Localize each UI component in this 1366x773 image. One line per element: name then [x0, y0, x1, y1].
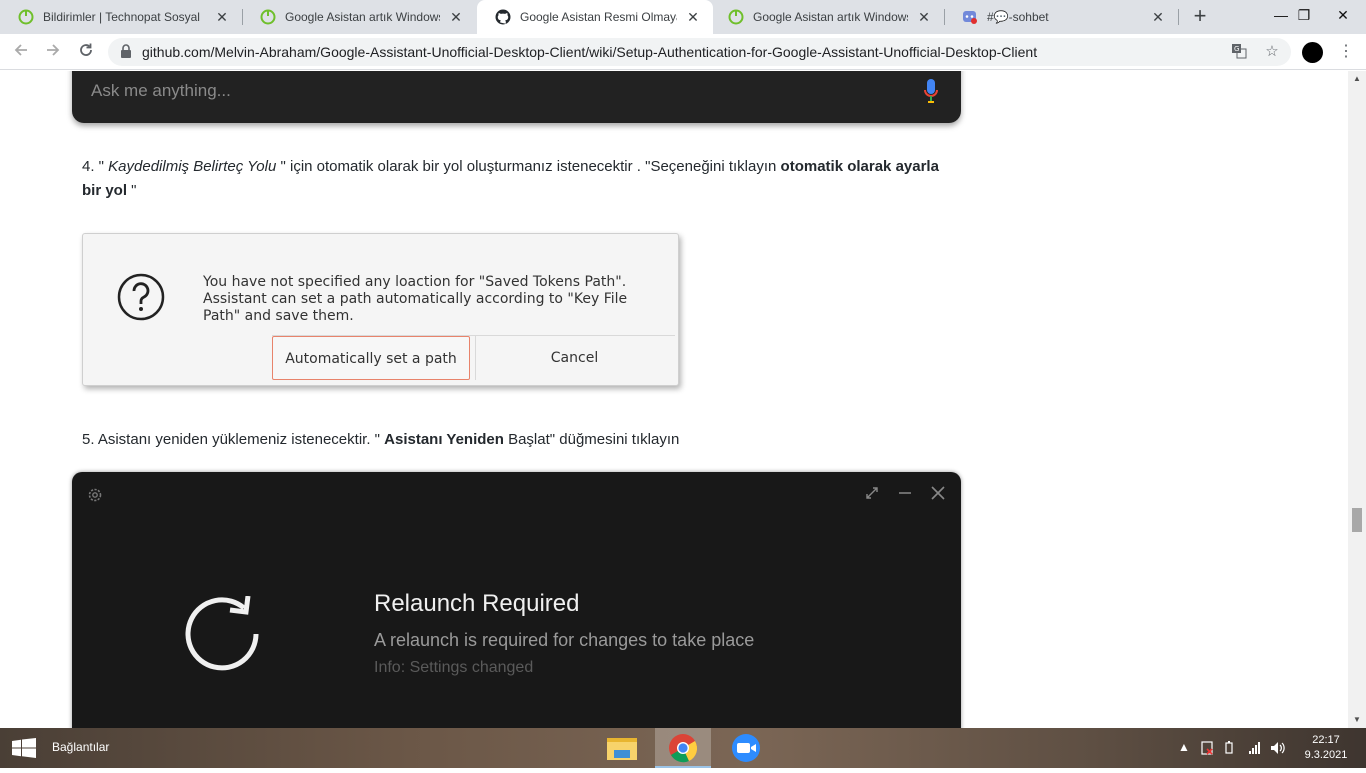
url-text: github.com/Melvin-Abraham/Google-Assista… [142, 44, 1038, 60]
system-clock[interactable]: 22:17 9.3.2021 [1300, 733, 1352, 763]
reload-button[interactable] [74, 40, 98, 64]
security-warning-icon[interactable] [1200, 741, 1214, 755]
tab-google-asistan-windows-1[interactable]: Google Asistan artık Windows 1 ✕ [242, 0, 476, 34]
forward-arrow-icon [47, 44, 60, 56]
settings-gear-icon [88, 488, 102, 502]
technopat-icon [260, 9, 276, 25]
back-button[interactable] [9, 40, 33, 64]
lock-icon [121, 44, 131, 58]
chrome-menu-icon[interactable]: ⋮ [1336, 42, 1356, 62]
tab-title: Google Asistan artık Windows 1 [753, 10, 908, 24]
tab-technopat-bildirimler[interactable]: Bildirimler | Technopat Sosyal ✕ [0, 0, 242, 34]
scroll-up-icon[interactable]: ▲ [1348, 71, 1366, 87]
tab-close-icon[interactable]: ✕ [685, 9, 701, 26]
github-icon [495, 9, 511, 25]
profile-avatar[interactable] [1302, 42, 1323, 63]
cancel-button[interactable]: Cancel [475, 336, 673, 380]
step-5-text: 5. Asistanı yeniden yüklemeniz istenecek… [82, 431, 680, 448]
expand-icon [866, 487, 878, 499]
translate-icon[interactable]: G [1230, 43, 1248, 61]
address-bar[interactable]: github.com/Melvin-Abraham/Google-Assista… [108, 38, 1291, 66]
tab-title: Google Asistan artık Windows 1 [285, 10, 440, 24]
page-scrollbar[interactable]: ▲ ▼ [1348, 71, 1366, 728]
technopat-icon [18, 9, 34, 25]
back-arrow-icon [14, 44, 27, 56]
close-icon [931, 486, 945, 500]
tab-strip: Bildirimler | Technopat Sosyal ✕ Google … [0, 0, 1366, 34]
tab-google-asistan-windows-2[interactable]: Google Asistan artık Windows 1 ✕ [710, 0, 944, 34]
minimize-icon [899, 492, 911, 494]
discord-icon [963, 11, 977, 24]
tab-title: Google Asistan Resmi Olmayan [520, 10, 677, 24]
relaunch-info: Info: Settings changed [374, 659, 534, 676]
question-mark-icon [117, 273, 165, 321]
forward-button[interactable] [41, 40, 65, 64]
microphone-icon [924, 79, 938, 103]
battery-icon[interactable] [1224, 741, 1238, 755]
relaunch-title: Relaunch Required [374, 590, 580, 617]
assistant-relaunch-screenshot: Relaunch Required A relaunch is required… [72, 472, 961, 728]
assistant-input-placeholder: Ask me anything... [91, 81, 231, 100]
step-4-text: 4. " Kaydedilmiş Belirteç Yolu " için ot… [82, 158, 939, 199]
technopat-icon [728, 9, 744, 25]
zoom-icon[interactable] [718, 728, 774, 768]
windows-taskbar: Bağlantılar ▲ 22:17 9.3.2021 [0, 728, 1366, 768]
close-window-button[interactable]: ✕ [1320, 0, 1366, 34]
clock-time: 22:17 [1312, 734, 1340, 746]
clock-date: 9.3.2021 [1304, 749, 1348, 761]
bookmark-star-icon[interactable]: ☆ [1263, 43, 1281, 61]
file-explorer-icon[interactable] [594, 728, 650, 768]
svg-text:G: G [1234, 45, 1239, 53]
tray-overflow-icon[interactable]: ▲ [1178, 740, 1190, 754]
new-tab-button[interactable]: + [1188, 4, 1212, 28]
tab-title: Bildirimler | Technopat Sosyal [43, 10, 200, 24]
automatically-set-path-button[interactable]: Automatically set a path [272, 336, 470, 380]
network-signal-icon[interactable] [1248, 741, 1262, 755]
scroll-down-icon[interactable]: ▼ [1348, 712, 1366, 728]
page-content: Ask me anything... 4. " Kaydedilmiş Beli… [0, 71, 1348, 728]
windows-start-icon[interactable] [12, 738, 36, 758]
volume-icon[interactable] [1270, 741, 1286, 755]
taskbar-toolbar-label[interactable]: Bağlantılar [52, 740, 109, 754]
dialog-message: You have not specified any loaction for … [203, 274, 628, 324]
tab-close-icon[interactable]: ✕ [214, 9, 230, 26]
scrollbar-thumb[interactable] [1352, 508, 1362, 532]
browser-toolbar: github.com/Melvin-Abraham/Google-Assista… [0, 34, 1366, 70]
relaunch-arrow-icon [185, 596, 259, 671]
assistant-input-screenshot: Ask me anything... [72, 71, 961, 123]
chrome-icon[interactable] [655, 728, 711, 768]
tab-discord-sohbet[interactable]: #💬-sohbet ✕ [944, 0, 1178, 34]
tab-google-asistan-resmi[interactable]: Google Asistan Resmi Olmayan ✕ [477, 0, 713, 34]
saved-tokens-dialog-screenshot: You have not specified any loaction for … [82, 233, 679, 386]
tab-close-icon[interactable]: ✕ [448, 9, 464, 26]
tab-title: #💬-sohbet [987, 10, 1049, 24]
relaunch-subtitle: A relaunch is required for changes to ta… [374, 630, 755, 650]
tab-close-icon[interactable]: ✕ [916, 9, 932, 26]
tab-close-icon[interactable]: ✕ [1150, 9, 1166, 26]
reload-icon [80, 43, 92, 56]
